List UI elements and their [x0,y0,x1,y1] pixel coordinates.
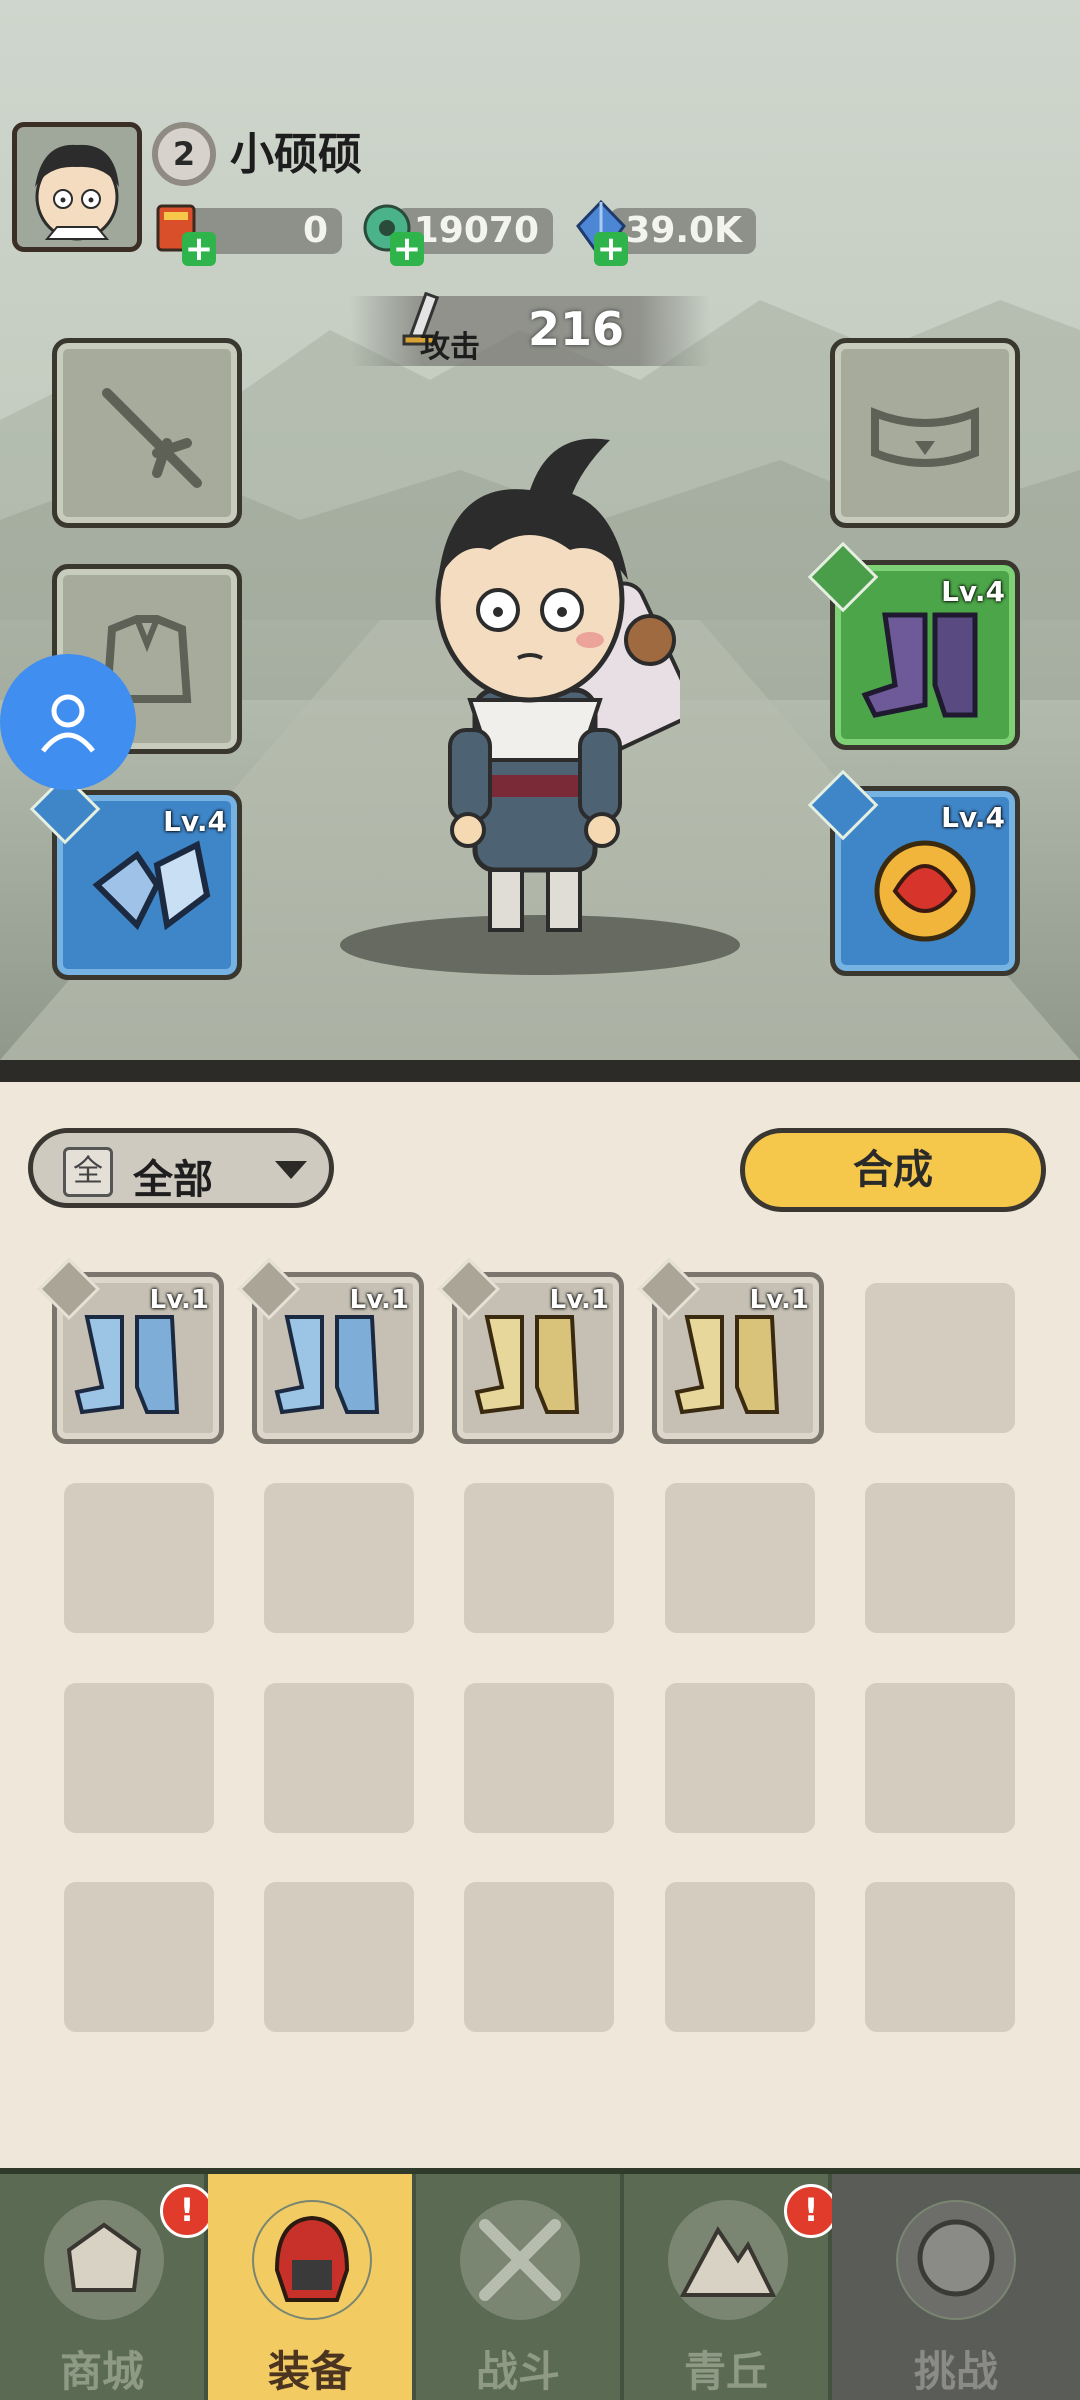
empty-inventory-slot[interactable] [464,1882,614,2032]
empty-inventory-slot[interactable] [264,1483,414,1633]
category-filter-dropdown[interactable]: 全 全部 [28,1128,334,1208]
user-icon [41,694,95,753]
filter-label: 全部 [133,1157,213,1203]
nav-equipment-label: 装备 [267,2347,352,2396]
empty-inventory-slot[interactable] [665,1683,815,1833]
crossed-swords-icon [460,2200,580,2320]
weapon-slot[interactable] [52,338,242,528]
empty-inventory-slot[interactable] [865,1882,1015,2032]
add-jade-button[interactable]: + [390,232,424,266]
challenge-icon [896,2200,1016,2320]
player-level-badge: 2 [152,122,216,186]
nav-shop-label: 商城 [59,2347,144,2396]
avatar-portrait-icon [35,144,119,241]
inventory-item[interactable]: Lv.1 [37,1257,224,1444]
inventory-item[interactable]: Lv.1 [237,1257,424,1444]
empty-inventory-slot[interactable] [464,1483,614,1633]
empty-inventory-slot[interactable] [865,1483,1015,1633]
mountain-icon [668,2200,788,2320]
inventory-item[interactable]: Lv.1 [637,1257,824,1444]
item-level: Lv.1 [149,1285,209,1315]
empty-inventory-slot[interactable] [264,1882,414,2032]
filter-all-icon: 全 [63,1147,113,1197]
empty-inventory-slot[interactable] [665,1882,815,2032]
merge-button[interactable]: 合成 [740,1128,1046,1212]
helmet-icon [252,2200,372,2320]
hero-character[interactable] [380,430,680,950]
nav-challenge-label: 挑战 [913,2347,998,2396]
scene-divider [0,1060,1080,1082]
sword-icon [102,388,202,488]
item-level: Lv.1 [749,1285,809,1315]
nav-battle[interactable]: 战斗 [416,2174,624,2400]
bottom-navigation: 商城 ! 装备 战斗 青丘 ! 挑战 [0,2168,1080,2400]
empty-inventory-slot[interactable] [865,1283,1015,1433]
nav-qingqiu[interactable]: 青丘 ! [624,2174,838,2400]
empty-inventory-slot[interactable] [64,1683,214,1833]
accessory-level: Lv.4 [941,801,1005,834]
empty-inventory-slot[interactable] [665,1483,815,1633]
empty-inventory-slot[interactable] [464,1683,614,1833]
shop-alert-badge: ! [160,2184,214,2238]
inventory-item[interactable]: Lv.1 [437,1257,624,1444]
nav-qingqiu-label: 青丘 [683,2347,768,2396]
empty-inventory-slot[interactable] [64,1882,214,2032]
empty-inventory-slot[interactable] [865,1683,1015,1833]
nav-battle-label: 战斗 [475,2347,560,2396]
attack-label: 攻击 [420,330,480,365]
empty-inventory-slot[interactable] [264,1683,414,1833]
empty-inventory-slot[interactable] [64,1483,214,1633]
floating-user-button[interactable] [0,654,136,790]
nav-shop[interactable]: 商城 ! [0,2174,214,2400]
item-level: Lv.1 [349,1285,409,1315]
nav-equipment[interactable]: 装备 [208,2174,416,2400]
item-level: Lv.1 [549,1285,609,1315]
nav-challenge[interactable]: 挑战 [832,2174,1080,2400]
belt-icon [871,407,979,467]
add-crystal-button[interactable]: + [594,232,628,266]
chevron-down-icon [275,1161,307,1179]
qingqiu-alert-badge: ! [784,2184,838,2238]
player-name: 小硕硕 [230,129,362,180]
bracer-level: Lv.4 [163,805,227,838]
attack-value: 216 [528,302,625,356]
player-avatar[interactable] [12,122,142,252]
belt-slot[interactable] [830,338,1020,528]
boots-level: Lv.4 [941,575,1005,608]
add-coupon-button[interactable]: + [182,232,216,266]
shop-icon [44,2200,164,2320]
